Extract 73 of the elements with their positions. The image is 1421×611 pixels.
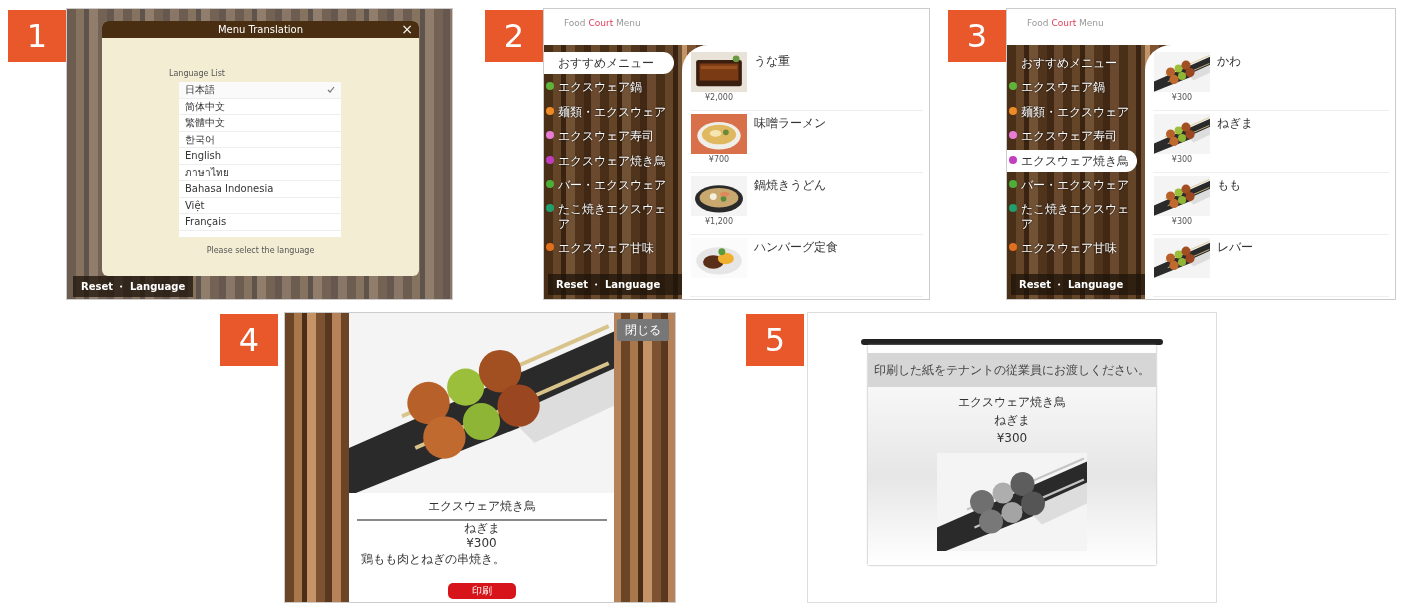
close-button[interactable]: × bbox=[401, 21, 413, 37]
language-name: ภาษาไทย bbox=[185, 165, 229, 180]
language-option[interactable]: 简体中文 bbox=[179, 98, 341, 115]
item-price: ¥300 bbox=[1171, 92, 1193, 104]
category-item[interactable]: バー・エクスウェア bbox=[1007, 173, 1137, 197]
language-name: Việt bbox=[185, 198, 205, 213]
item-name[interactable]: かわ bbox=[1217, 49, 1241, 110]
language-option[interactable]: 日本語 bbox=[179, 82, 341, 99]
category-item[interactable]: たこ焼きエクスウェア bbox=[1007, 198, 1137, 236]
category-item[interactable]: エクスウェア甘味 bbox=[1007, 237, 1137, 260]
step-number: 4 bbox=[220, 314, 278, 366]
language-name: 繁體中文 bbox=[185, 116, 225, 130]
dialog-title: Menu Translation bbox=[217, 23, 304, 37]
language-name: 한국어 bbox=[185, 132, 215, 147]
category-item[interactable]: エクスウェア寿司 bbox=[544, 125, 674, 148]
item-price: ¥300 bbox=[996, 430, 1028, 447]
language-option[interactable]: 한국어 bbox=[179, 131, 341, 148]
language-option[interactable]: 繁體中文 bbox=[179, 115, 341, 132]
category-item[interactable]: エクスウェア甘味 bbox=[544, 237, 674, 260]
category-item[interactable]: エクスウェア鍋 bbox=[1007, 76, 1137, 99]
language-option[interactable]: Việt bbox=[179, 197, 341, 214]
hint-text: Please select the language bbox=[205, 245, 316, 257]
item-price: ¥300 bbox=[1171, 154, 1193, 166]
category-item[interactable]: 麺類・エクスウェア bbox=[544, 100, 674, 124]
category-item[interactable]: エクスウェア鍋 bbox=[544, 76, 674, 99]
item-price: ¥700 bbox=[708, 154, 730, 166]
item-price: ¥1,200 bbox=[705, 216, 733, 228]
step-number: 1 bbox=[8, 10, 66, 62]
step-number: 2 bbox=[485, 10, 543, 62]
reset-language-bar[interactable]: Reset ・ Language bbox=[1011, 274, 1145, 295]
reset-language-bar[interactable]: Reset ・ Language bbox=[548, 274, 682, 295]
language-name: 日本語 bbox=[185, 83, 215, 97]
item-name[interactable]: ハンバーグ定食 bbox=[754, 235, 838, 296]
category-item[interactable]: おすすめメニュー bbox=[544, 52, 674, 75]
item-name[interactable]: 味噌ラーメン bbox=[754, 111, 826, 172]
category-item[interactable]: バー・エクスウェア bbox=[544, 173, 674, 197]
list-label: Language List bbox=[169, 68, 226, 80]
item-name[interactable]: うな重 bbox=[754, 49, 790, 110]
category-item[interactable]: たこ焼きエクスウェア bbox=[544, 198, 674, 236]
close-button[interactable]: 閉じる bbox=[617, 319, 669, 341]
category-title: エクスウェア焼き鳥 bbox=[958, 394, 1066, 411]
item-name: ねぎま bbox=[463, 520, 500, 537]
language-option[interactable]: Bahasa Indonesia bbox=[179, 181, 341, 198]
item-name: ねぎま bbox=[994, 412, 1030, 429]
language-option[interactable]: ภาษาไทย bbox=[179, 164, 341, 181]
item-price: ¥300 bbox=[466, 536, 497, 552]
category-title: エクスウェア焼き鳥 bbox=[356, 499, 607, 521]
item-price: ¥2,000 bbox=[705, 92, 733, 104]
language-name: English bbox=[185, 149, 222, 163]
category-item[interactable]: エクスウェア寿司 bbox=[1007, 125, 1137, 148]
step-number: 5 bbox=[746, 314, 804, 366]
item-name[interactable]: もも bbox=[1217, 173, 1241, 234]
reset-language-bar[interactable]: Reset ・ Language bbox=[73, 276, 194, 297]
category-item[interactable]: エクスウェア焼き鳥 bbox=[1007, 149, 1137, 172]
item-description: 鶏もも肉とねぎの串焼き。 bbox=[361, 551, 505, 568]
category-item[interactable]: 麺類・エクスウェア bbox=[1007, 100, 1137, 124]
language-name: 简体中文 bbox=[185, 99, 225, 114]
item-price: ¥300 bbox=[1171, 216, 1193, 228]
logo-text: Food Court Menu bbox=[564, 17, 641, 31]
category-item[interactable]: おすすめメニュー bbox=[1007, 52, 1137, 75]
language-name: Bahasa Indonesia bbox=[185, 182, 274, 196]
language-option[interactable]: Français bbox=[179, 214, 341, 231]
item-name[interactable]: ねぎま bbox=[1217, 111, 1253, 172]
notice-text: 印刷した紙をテナントの従業員にお渡しください。 bbox=[868, 353, 1156, 387]
print-button[interactable]: 印刷 bbox=[447, 583, 516, 599]
step-number: 3 bbox=[948, 10, 1006, 62]
language-name: Français bbox=[185, 215, 227, 229]
item-name[interactable]: 鍋焼きうどん bbox=[754, 173, 826, 234]
logo-text: Food Court Menu bbox=[1027, 17, 1104, 31]
item-name[interactable]: レバー bbox=[1217, 235, 1253, 296]
category-item[interactable]: エクスウェア焼き鳥 bbox=[544, 149, 674, 172]
check-icon bbox=[327, 86, 335, 94]
language-option[interactable]: English bbox=[179, 148, 341, 165]
